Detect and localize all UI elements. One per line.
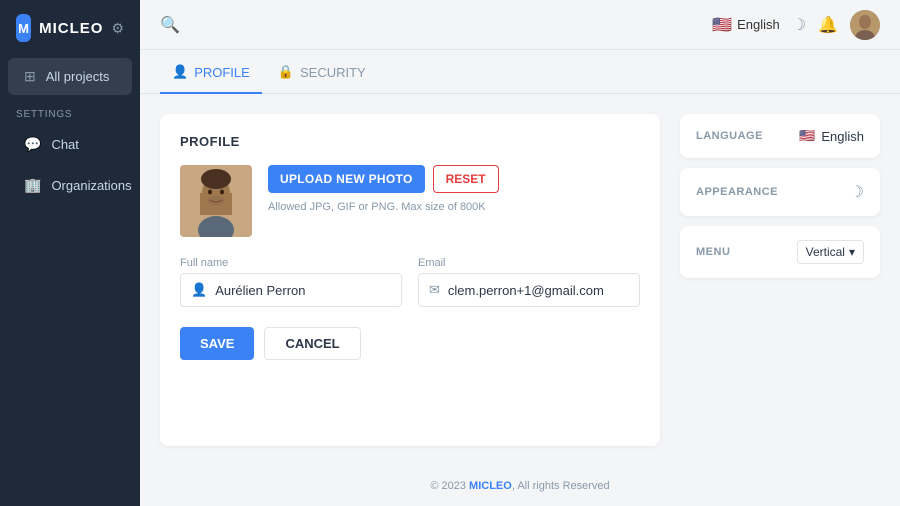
right-panel: LANGUAGE 🇺🇸 English APPEARANCE ☽ MENU Ve… [680,114,880,446]
email-field: Email ✉ [418,257,640,307]
language-panel-label: LANGUAGE [696,130,763,142]
bell-icon[interactable]: 🔔 [818,15,838,35]
email-input-icon: ✉ [429,282,440,298]
language-panel: LANGUAGE 🇺🇸 English [680,114,880,158]
menu-select-value: Vertical [806,245,845,259]
tab-security-label: SECURITY [300,65,366,80]
menu-panel: MENU Vertical ▾ [680,226,880,278]
footer-suffix: , All rights Reserved [512,480,610,492]
appearance-panel: APPEARANCE ☽ [680,168,880,216]
grid-icon: ⊞ [24,68,36,85]
org-icon: 🏢 [24,177,41,194]
form-actions: SAVE CANCEL [180,327,640,360]
upload-photo-button[interactable]: UPLOAD NEW PHOTO [268,165,425,193]
email-label: Email [418,257,640,269]
moon-icon[interactable]: ☽ [792,15,806,35]
search-icon[interactable]: 🔍 [160,15,180,35]
photo-actions: UPLOAD NEW PHOTO RESET Allowed JPG, GIF … [268,165,499,213]
menu-panel-label: MENU [696,246,730,258]
profile-card: PROFILE [160,114,660,446]
sidebar-item-label: Organizations [51,178,131,193]
reset-photo-button[interactable]: RESET [433,165,499,193]
sidebar-item-label: Chat [51,137,78,152]
settings-icon[interactable]: ⚙ [111,20,124,37]
card-title: PROFILE [180,134,640,149]
fullname-input[interactable] [215,283,391,298]
footer-brand: MICLEO [469,480,512,492]
photo-buttons: UPLOAD NEW PHOTO RESET [268,165,499,193]
person-icon: 👤 [172,64,188,80]
menu-select[interactable]: Vertical ▾ [797,240,864,264]
language-value: 🇺🇸 English [799,128,864,144]
user-avatar[interactable] [850,10,880,40]
lock-icon: 🔒 [278,64,294,80]
tab-profile[interactable]: 👤 PROFILE [160,50,262,94]
person-input-icon: 👤 [191,282,207,298]
sidebar-logo: M MICLEO ⚙ [0,0,140,56]
photo-section: UPLOAD NEW PHOTO RESET Allowed JPG, GIF … [180,165,640,237]
topbar-right: 🇺🇸 English ☽ 🔔 [712,10,880,40]
language-selector[interactable]: 🇺🇸 English [712,15,780,35]
language-label: English [737,17,780,32]
sidebar-item-all-projects[interactable]: ⊞ All projects [8,58,132,95]
app-logo-icon: M [16,14,31,42]
app-name: MICLEO [39,20,103,37]
chat-icon: 💬 [24,136,41,153]
language-flag: 🇺🇸 [799,128,815,144]
main-area: 🔍 🇺🇸 English ☽ 🔔 👤 PROFILE [140,0,900,506]
settings-section-label: Settings [0,97,140,124]
sidebar-item-organizations[interactable]: 🏢 Organizations [8,167,132,204]
email-input[interactable] [448,283,629,298]
sidebar-item-label: All projects [46,69,110,84]
sidebar: M MICLEO ⚙ ⊞ All projects Settings 💬 Cha… [0,0,140,506]
fullname-label: Full name [180,257,402,269]
email-input-wrap: ✉ [418,273,640,307]
fullname-input-wrap: 👤 [180,273,402,307]
fullname-field: Full name 👤 [180,257,402,307]
form-row: Full name 👤 Email ✉ [180,257,640,307]
content-area: 👤 PROFILE 🔒 SECURITY PROFILE [140,50,900,506]
cancel-button[interactable]: CANCEL [264,327,360,360]
flag-icon: 🇺🇸 [712,15,732,35]
photo-preview [180,165,252,237]
footer: © 2023 MICLEO, All rights Reserved [140,466,900,506]
page-body: PROFILE [140,94,900,466]
footer-text: © 2023 [430,480,469,492]
topbar: 🔍 🇺🇸 English ☽ 🔔 [140,0,900,50]
tabs: 👤 PROFILE 🔒 SECURITY [140,50,900,94]
photo-hint: Allowed JPG, GIF or PNG. Max size of 800… [268,201,499,213]
appearance-panel-label: APPEARANCE [696,186,778,198]
chevron-down-icon: ▾ [849,245,855,259]
sidebar-item-chat[interactable]: 💬 Chat [8,126,132,163]
language-text: English [821,129,864,144]
tab-profile-label: PROFILE [194,65,250,80]
moon-appearance-icon: ☽ [850,182,864,202]
tab-security[interactable]: 🔒 SECURITY [266,50,378,94]
save-button[interactable]: SAVE [180,327,254,360]
